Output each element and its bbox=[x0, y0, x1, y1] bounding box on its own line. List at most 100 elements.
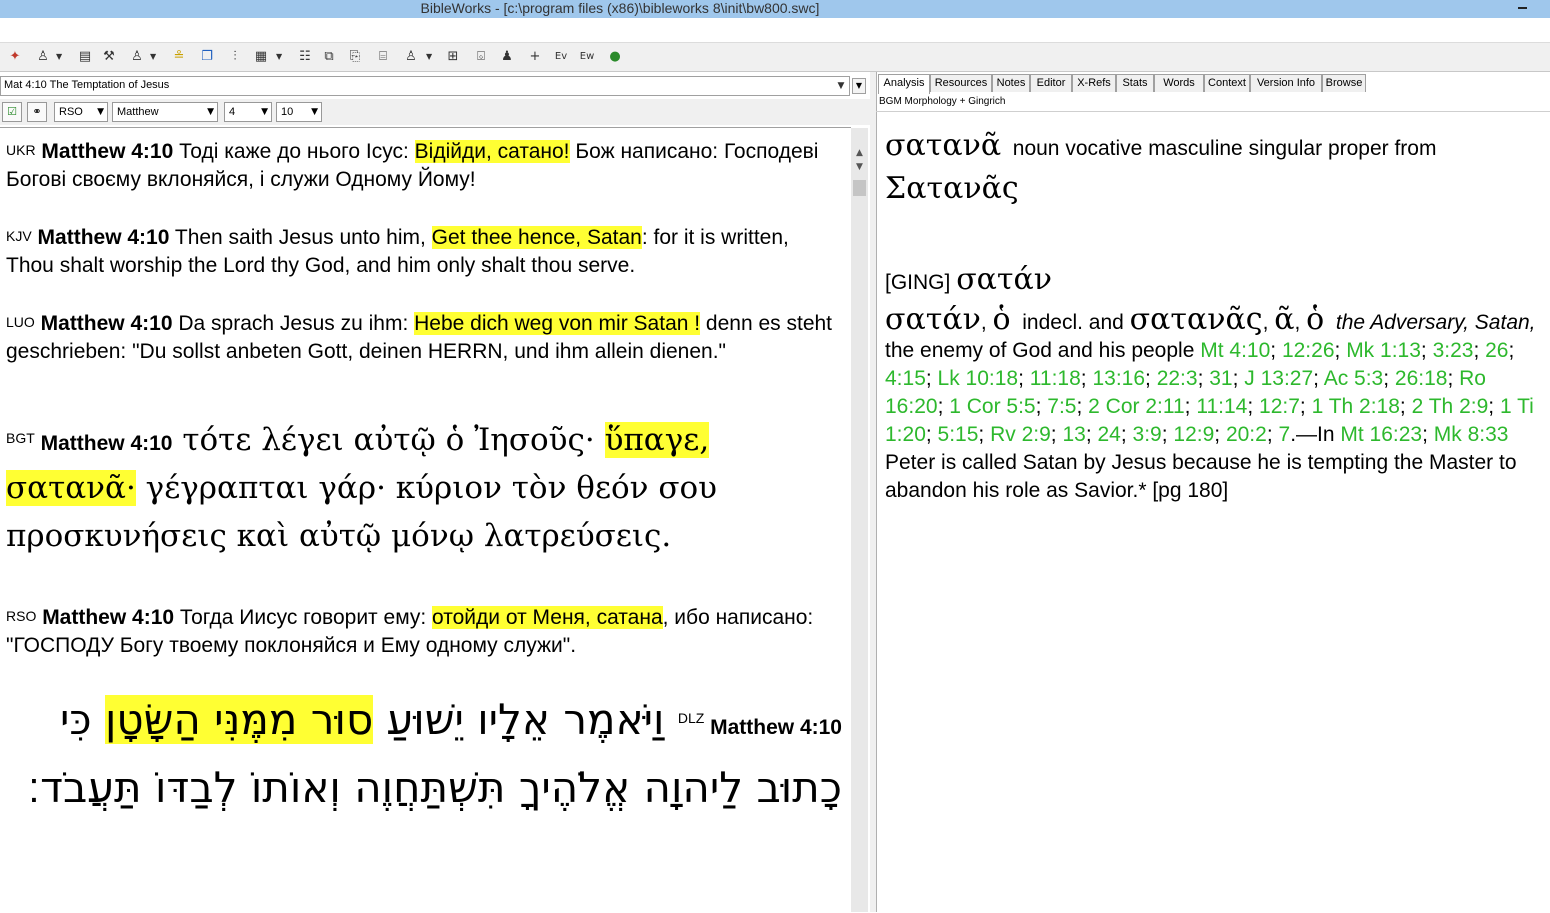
book-select[interactable]: Matthew ▼ bbox=[112, 102, 218, 122]
version-select[interactable]: RSO ▼ bbox=[54, 102, 108, 122]
highlight-icon[interactable]: ≗ bbox=[170, 48, 188, 66]
scripture-link[interactable]: 7 bbox=[1279, 423, 1291, 446]
tab-browse[interactable]: Browse bbox=[1322, 74, 1366, 92]
windows-icon[interactable]: ❐ bbox=[198, 48, 216, 66]
scripture-link[interactable]: 12:9 bbox=[1173, 423, 1214, 446]
verse-select[interactable]: 10 ▼ bbox=[276, 102, 322, 122]
entry-dash: .—In bbox=[1290, 423, 1335, 446]
reference-menu-button[interactable]: ▼ bbox=[852, 78, 866, 94]
version-label: LUO bbox=[6, 314, 35, 330]
tab-analysis[interactable]: Analysis bbox=[878, 74, 930, 94]
scripture-link[interactable]: Mt 4:10 bbox=[1200, 339, 1270, 362]
globe-icon[interactable]: ● bbox=[606, 48, 624, 66]
scripture-link[interactable]: Rv 2:9 bbox=[990, 423, 1051, 446]
scripture-link[interactable]: 3:23 bbox=[1433, 339, 1474, 362]
user-icon[interactable]: ♟ bbox=[498, 48, 516, 66]
verse-kjv: KJV Matthew 4:10 Then saith Jesus unto h… bbox=[6, 224, 836, 280]
scripture-link[interactable]: 12:26 bbox=[1282, 339, 1335, 362]
scripture-link[interactable]: Ac 5:3 bbox=[1324, 367, 1384, 390]
tab-resources[interactable]: Resources bbox=[930, 74, 992, 92]
print-icon[interactable]: ⌸ bbox=[374, 48, 392, 66]
scripture-link[interactable]: 31 bbox=[1209, 367, 1232, 390]
chapter-select[interactable]: 4 ▼ bbox=[224, 102, 272, 122]
person2-icon[interactable]: ♙ bbox=[128, 48, 146, 66]
scripture-link[interactable]: 24 bbox=[1098, 423, 1121, 446]
scripture-link[interactable]: 1 Th 2:18 bbox=[1312, 395, 1400, 418]
columns-icon[interactable]: ⫶ bbox=[226, 48, 244, 66]
scroll-down-icon[interactable]: ▼ bbox=[851, 160, 868, 174]
group-icon[interactable]: ⊞ bbox=[444, 48, 462, 66]
scroll-thumb[interactable] bbox=[853, 180, 866, 196]
ev-icon[interactable]: Ev bbox=[552, 48, 570, 66]
verse-select-value: 10 bbox=[281, 106, 294, 118]
scripture-link[interactable]: Lk 10:18 bbox=[938, 367, 1019, 390]
ruler-icon[interactable]: ⌺ bbox=[472, 48, 490, 66]
scripture-link[interactable]: Mk 8:33 bbox=[1434, 423, 1509, 446]
chevron-down-icon[interactable]: ▼ bbox=[150, 48, 158, 66]
scripture-link[interactable]: 22:3 bbox=[1157, 367, 1198, 390]
scroll-up-icon[interactable]: ▲ bbox=[851, 146, 868, 160]
version-label: DLZ bbox=[677, 710, 705, 726]
verse-reference[interactable]: Matthew 4:10 bbox=[41, 140, 173, 163]
tab-editor[interactable]: Editor bbox=[1030, 74, 1072, 92]
tab-stats[interactable]: Stats bbox=[1116, 74, 1154, 92]
entry-headword: σατανᾶς bbox=[1129, 302, 1263, 337]
scripture-link[interactable]: 20:2 bbox=[1226, 423, 1267, 446]
scripture-link[interactable]: J 13:27 bbox=[1244, 367, 1313, 390]
chevron-down-icon[interactable]: ▼ bbox=[833, 77, 849, 95]
scripture-link[interactable]: 2 Th 2:9 bbox=[1412, 395, 1489, 418]
verse-text: וַיֹּאמֶר אֵלָיו יֵשׁוּעַ bbox=[373, 695, 678, 744]
chevron-down-icon[interactable]: ▼ bbox=[56, 48, 64, 66]
scripture-link[interactable]: 1 Cor 5:5 bbox=[949, 395, 1035, 418]
tools-icon[interactable]: ⚒ bbox=[100, 48, 118, 66]
tab-xrefs[interactable]: X-Refs bbox=[1072, 74, 1116, 92]
tab-notes[interactable]: Notes bbox=[992, 74, 1030, 92]
link-icon[interactable]: ⚭ bbox=[27, 102, 47, 122]
plus-icon[interactable]: + bbox=[526, 48, 544, 66]
divider bbox=[876, 111, 1550, 112]
person3-icon[interactable]: ♙ bbox=[402, 48, 420, 66]
scripture-link[interactable]: Mk 1:13 bbox=[1346, 339, 1421, 362]
tab-words[interactable]: Words bbox=[1154, 74, 1204, 92]
bible-text-area[interactable]: UKR Matthew 4:10 Тоді каже до нього Ісус… bbox=[0, 127, 851, 913]
verse-reference[interactable]: Matthew 4:10 bbox=[41, 432, 173, 455]
scripture-link[interactable]: 7:5 bbox=[1047, 395, 1076, 418]
scripture-link[interactable]: Mt 16:23 bbox=[1340, 423, 1422, 446]
scripture-link[interactable]: 13 bbox=[1062, 423, 1085, 446]
scripture-link[interactable]: 26:18 bbox=[1395, 367, 1448, 390]
ew-icon[interactable]: Ew bbox=[578, 48, 596, 66]
verse-text: Da sprach Jesus zu ihm: bbox=[172, 312, 415, 335]
list-icon[interactable]: ☷ bbox=[296, 48, 314, 66]
verse-reference[interactable]: Matthew 4:10 bbox=[42, 606, 174, 629]
person-icon[interactable]: ♙ bbox=[34, 48, 52, 66]
text-scrollbar[interactable]: ▲ ▼ bbox=[851, 128, 868, 912]
verse-reference[interactable]: Matthew 4:10 bbox=[710, 716, 842, 739]
reference-input[interactable]: Mat 4:10 The Temptation of Jesus ▼ bbox=[0, 76, 850, 96]
scripture-link[interactable]: 11:18 bbox=[1030, 367, 1081, 390]
chevron-down-icon[interactable]: ▼ bbox=[426, 48, 434, 66]
checklist-icon[interactable]: ☑ bbox=[2, 102, 22, 122]
verse-reference[interactable]: Matthew 4:10 bbox=[41, 312, 173, 335]
open-icon[interactable]: ⎘ bbox=[346, 48, 364, 66]
grid-icon[interactable]: ▦ bbox=[252, 48, 270, 66]
version-select-value: RSO bbox=[59, 106, 83, 118]
scripture-link[interactable]: 11:14 bbox=[1196, 395, 1247, 418]
scripture-link[interactable]: 5:15 bbox=[938, 423, 979, 446]
verse-reference[interactable]: Matthew 4:10 bbox=[38, 226, 170, 249]
ging-tag: [GING] bbox=[885, 271, 951, 294]
scripture-link[interactable]: 26 bbox=[1485, 339, 1508, 362]
scripture-link[interactable]: 12:7 bbox=[1259, 395, 1300, 418]
scripture-link[interactable]: 4:15 bbox=[885, 367, 926, 390]
lemma[interactable]: Σατανᾶς bbox=[885, 171, 1019, 206]
minimize-button[interactable] bbox=[1510, 0, 1534, 18]
card-icon[interactable]: ▤ bbox=[76, 48, 94, 66]
chevron-down-icon[interactable]: ▼ bbox=[276, 48, 284, 66]
scripture-link[interactable]: 2 Cor 2:11 bbox=[1088, 395, 1185, 418]
copy-icon[interactable]: ⧉ bbox=[320, 48, 338, 66]
tab-context[interactable]: Context bbox=[1204, 74, 1250, 92]
crosshair-icon[interactable]: ✦ bbox=[6, 48, 24, 66]
scripture-link[interactable]: 13:16 bbox=[1092, 367, 1145, 390]
version-label: RSO bbox=[6, 608, 37, 624]
scripture-link[interactable]: 3:9 bbox=[1133, 423, 1162, 446]
tab-version-info[interactable]: Version Info bbox=[1250, 74, 1322, 92]
